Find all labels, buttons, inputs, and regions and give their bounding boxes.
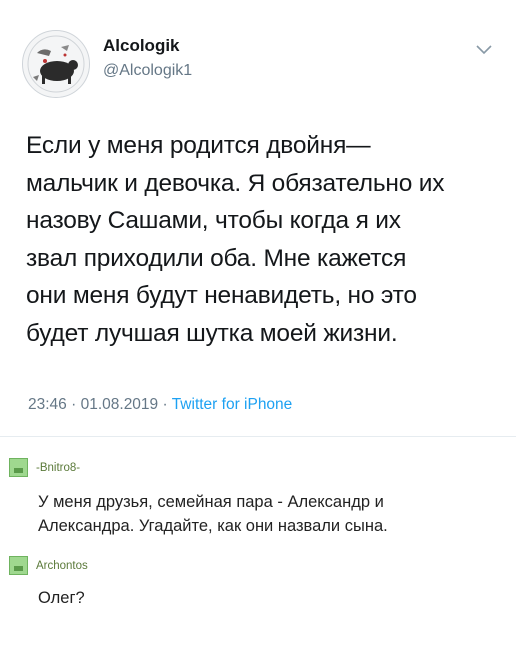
comment-author[interactable]: -Bnitro8-: [36, 462, 80, 474]
tweet-text-line: будет лучшая шутка моей жизни.: [26, 319, 398, 347]
tweet-source-link[interactable]: Twitter for iPhone: [172, 396, 293, 413]
tweet-text-line: Если у меня родится двойня—: [26, 132, 371, 159]
tweet-time[interactable]: 23:46: [28, 396, 67, 413]
comment-author[interactable]: Archontos: [36, 560, 88, 572]
commenter-avatar[interactable]: [9, 458, 28, 477]
comment-text: У меня друзья, семейная пара - Александр…: [38, 490, 388, 538]
tweet-card: Alcologik @Alcologik1 Если у меня родитс…: [0, 0, 516, 430]
meta-separator: ·: [162, 396, 168, 413]
comment-text: Олег?: [38, 586, 85, 610]
tweet-date[interactable]: 01.08.2019: [81, 396, 159, 413]
commenter-avatar[interactable]: [9, 556, 28, 575]
divider: [0, 436, 516, 437]
comment-text-line: У меня друзья, семейная пара - Александр…: [38, 493, 384, 511]
avatar-illustration-icon: [23, 31, 89, 97]
meta-separator: ·: [71, 396, 77, 413]
author-avatar[interactable]: [22, 30, 90, 98]
tweet-text-line: мальчик и девочка. Я обязательно их: [26, 169, 445, 197]
comment-text-line: Александра. Угадайте, как они назвали сы…: [38, 517, 388, 535]
comment-text-line: Олег?: [38, 589, 85, 607]
chevron-down-icon[interactable]: [476, 44, 492, 56]
tweet-text: Если у меня родится двойня— мальчик и де…: [26, 127, 496, 352]
tweet-text-line: они меня будут ненавидеть, но это: [26, 282, 417, 309]
tweet-text-line: назову Сашами, чтобы когда я их: [26, 207, 401, 234]
tweet-text-line: звал приходили оба. Мне кажется: [26, 244, 407, 272]
author-handle[interactable]: @Alcologik1: [103, 62, 192, 80]
author-name[interactable]: Alcologik: [103, 36, 180, 56]
tweet-meta: 23:46 · 01.08.2019 · Twitter for iPhone: [28, 396, 292, 414]
